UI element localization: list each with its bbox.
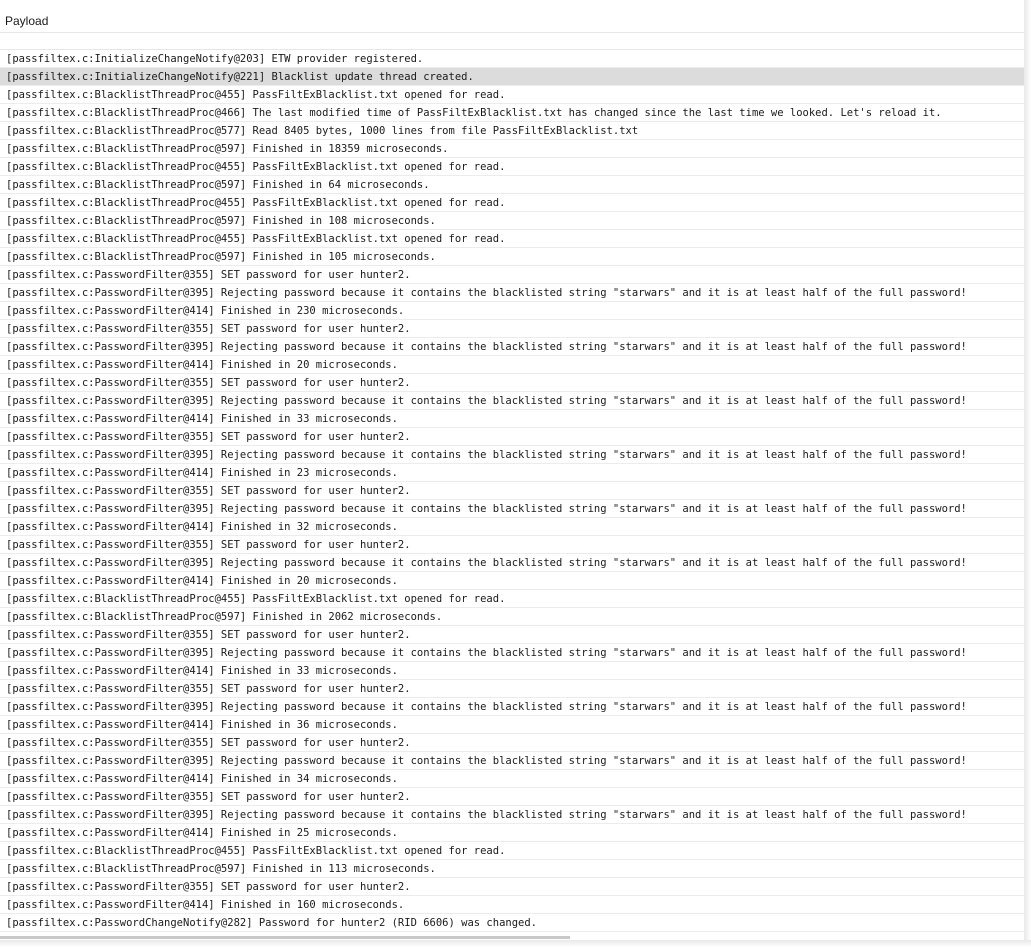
- horizontal-scrollbar-thumb[interactable]: [0, 936, 570, 939]
- payload-row[interactable]: [passfiltex.c:BlacklistThreadProc@597] F…: [0, 860, 1024, 878]
- payload-row[interactable]: [passfiltex.c:PasswordFilter@395] Reject…: [0, 392, 1024, 410]
- payload-row[interactable]: [passfiltex.c:PasswordFilter@414] Finish…: [0, 464, 1024, 482]
- payload-row[interactable]: [passfiltex.c:BlacklistThreadProc@455] P…: [0, 158, 1024, 176]
- payload-row[interactable]: [passfiltex.c:PasswordFilter@395] Reject…: [0, 698, 1024, 716]
- payload-row[interactable]: [passfiltex.c:PasswordFilter@355] SET pa…: [0, 482, 1024, 500]
- payload-row[interactable]: [passfiltex.c:PasswordFilter@355] SET pa…: [0, 734, 1024, 752]
- payload-row[interactable]: [passfiltex.c:PasswordFilter@414] Finish…: [0, 770, 1024, 788]
- payload-row[interactable]: [passfiltex.c:BlacklistThreadProc@597] F…: [0, 176, 1024, 194]
- payload-row[interactable]: [passfiltex.c:BlacklistThreadProc@597] F…: [0, 608, 1024, 626]
- payload-row[interactable]: [passfiltex.c:PasswordFilter@414] Finish…: [0, 824, 1024, 842]
- payload-row[interactable]: [passfiltex.c:PasswordFilter@355] SET pa…: [0, 626, 1024, 644]
- payload-row[interactable]: [passfiltex.c:PasswordFilter@355] SET pa…: [0, 788, 1024, 806]
- payload-row[interactable]: [passfiltex.c:PasswordFilter@395] Reject…: [0, 284, 1024, 302]
- payload-row[interactable]: [passfiltex.c:PasswordFilter@414] Finish…: [0, 572, 1024, 590]
- window-shadow-right: [1024, 0, 1031, 947]
- payload-rows: [passfiltex.c:InitializeChangeNotify@203…: [0, 50, 1024, 932]
- payload-row[interactable]: [passfiltex.c:PasswordFilter@414] Finish…: [0, 662, 1024, 680]
- payload-row[interactable]: [passfiltex.c:InitializeChangeNotify@221…: [0, 68, 1024, 86]
- payload-row[interactable]: [passfiltex.c:PasswordFilter@414] Finish…: [0, 410, 1024, 428]
- payload-row[interactable]: [passfiltex.c:PasswordFilter@395] Reject…: [0, 806, 1024, 824]
- payload-row[interactable]: [passfiltex.c:BlacklistThreadProc@466] T…: [0, 104, 1024, 122]
- payload-column-header[interactable]: Payload: [0, 0, 1024, 33]
- payload-row[interactable]: [passfiltex.c:BlacklistThreadProc@455] P…: [0, 842, 1024, 860]
- payload-row[interactable]: [passfiltex.c:BlacklistThreadProc@455] P…: [0, 590, 1024, 608]
- payload-row[interactable]: [passfiltex.c:BlacklistThreadProc@597] F…: [0, 248, 1024, 266]
- event-payload-grid: Payload [passfiltex.c:InitializeChangeNo…: [0, 0, 1025, 941]
- payload-row[interactable]: [passfiltex.c:PasswordFilter@395] Reject…: [0, 338, 1024, 356]
- payload-row[interactable]: [passfiltex.c:PasswordFilter@355] SET pa…: [0, 266, 1024, 284]
- payload-row[interactable]: [passfiltex.c:BlacklistThreadProc@455] P…: [0, 86, 1024, 104]
- payload-row[interactable]: [passfiltex.c:PasswordFilter@395] Reject…: [0, 554, 1024, 572]
- payload-row[interactable]: [passfiltex.c:PasswordFilter@414] Finish…: [0, 356, 1024, 374]
- payload-row[interactable]: [passfiltex.c:InitializeChangeNotify@203…: [0, 50, 1024, 68]
- payload-row[interactable]: [passfiltex.c:PasswordFilter@414] Finish…: [0, 896, 1024, 914]
- payload-row[interactable]: [passfiltex.c:PasswordFilter@414] Finish…: [0, 716, 1024, 734]
- payload-row[interactable]: [passfiltex.c:BlacklistThreadProc@597] F…: [0, 140, 1024, 158]
- payload-row[interactable]: [passfiltex.c:PasswordFilter@355] SET pa…: [0, 320, 1024, 338]
- payload-row[interactable]: [passfiltex.c:PasswordChangeNotify@282] …: [0, 914, 1024, 932]
- payload-row[interactable]: [passfiltex.c:PasswordFilter@355] SET pa…: [0, 878, 1024, 896]
- payload-row[interactable]: [passfiltex.c:PasswordFilter@355] SET pa…: [0, 428, 1024, 446]
- payload-row[interactable]: [passfiltex.c:BlacklistThreadProc@597] F…: [0, 212, 1024, 230]
- empty-row[interactable]: [0, 33, 1024, 50]
- payload-row[interactable]: [passfiltex.c:PasswordFilter@414] Finish…: [0, 518, 1024, 536]
- payload-row[interactable]: [passfiltex.c:PasswordFilter@355] SET pa…: [0, 680, 1024, 698]
- payload-row[interactable]: [passfiltex.c:PasswordFilter@395] Reject…: [0, 752, 1024, 770]
- window-shadow-bottom: [0, 940, 1031, 947]
- payload-row[interactable]: [passfiltex.c:BlacklistThreadProc@455] P…: [0, 194, 1024, 212]
- payload-row[interactable]: [passfiltex.c:BlacklistThreadProc@455] P…: [0, 230, 1024, 248]
- payload-row[interactable]: [passfiltex.c:PasswordFilter@414] Finish…: [0, 302, 1024, 320]
- payload-row[interactable]: [passfiltex.c:PasswordFilter@395] Reject…: [0, 644, 1024, 662]
- payload-row[interactable]: [passfiltex.c:PasswordFilter@395] Reject…: [0, 500, 1024, 518]
- payload-row[interactable]: [passfiltex.c:BlacklistThreadProc@577] R…: [0, 122, 1024, 140]
- payload-row[interactable]: [passfiltex.c:PasswordFilter@395] Reject…: [0, 446, 1024, 464]
- payload-row[interactable]: [passfiltex.c:PasswordFilter@355] SET pa…: [0, 536, 1024, 554]
- payload-row[interactable]: [passfiltex.c:PasswordFilter@355] SET pa…: [0, 374, 1024, 392]
